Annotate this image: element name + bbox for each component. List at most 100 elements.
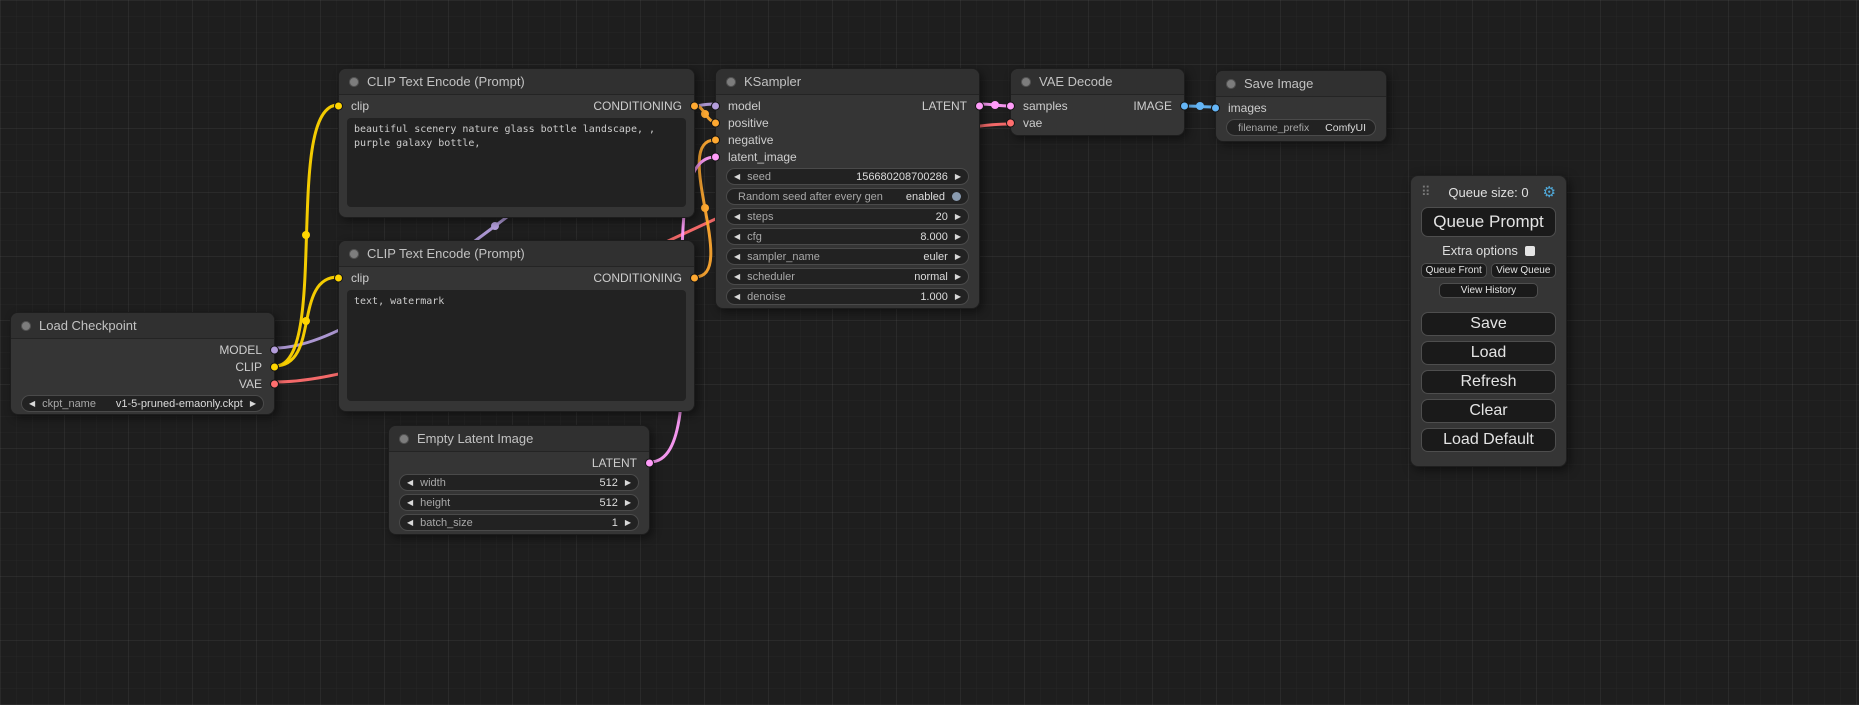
- node-ksampler[interactable]: KSampler model LATENT positive negative …: [715, 68, 980, 309]
- collapse-dot-icon[interactable]: [349, 249, 359, 259]
- widget-value: euler: [923, 251, 947, 263]
- wire-midpoint-dot: [302, 317, 310, 325]
- node-title-bar[interactable]: Save Image: [1216, 71, 1386, 97]
- width-widget[interactable]: ◀ width 512 ▶: [399, 474, 639, 491]
- increment-arrow-icon[interactable]: ▶: [250, 400, 256, 408]
- collapse-dot-icon[interactable]: [399, 434, 409, 444]
- output-port-model[interactable]: [270, 345, 279, 354]
- increment-arrow-icon[interactable]: ▶: [955, 273, 961, 281]
- input-port-negative[interactable]: [711, 135, 720, 144]
- input-port-model[interactable]: [711, 101, 720, 110]
- cfg-widget[interactable]: ◀ cfg 8.000 ▶: [726, 228, 969, 245]
- queue-prompt-button[interactable]: Queue Prompt: [1421, 207, 1556, 237]
- denoise-widget[interactable]: ◀ denoise 1.000 ▶: [726, 288, 969, 305]
- increment-arrow-icon[interactable]: ▶: [955, 173, 961, 181]
- widget-value: 156680208700286: [856, 171, 948, 183]
- output-port-image[interactable]: [1180, 101, 1189, 110]
- node-title-bar[interactable]: CLIP Text Encode (Prompt): [339, 241, 694, 267]
- widget-label: Random seed after every gen: [738, 191, 883, 203]
- random-seed-toggle-widget[interactable]: Random seed after every gen enabled: [726, 188, 969, 205]
- widget-label: denoise: [747, 291, 786, 303]
- node-load-checkpoint[interactable]: Load Checkpoint MODEL CLIP VAE ◀ ckpt_na…: [10, 312, 275, 415]
- increment-arrow-icon[interactable]: ▶: [625, 519, 631, 527]
- decrement-arrow-icon[interactable]: ◀: [734, 253, 740, 261]
- scheduler-widget[interactable]: ◀ scheduler normal ▶: [726, 268, 969, 285]
- view-history-button[interactable]: View History: [1439, 283, 1539, 298]
- seed-widget[interactable]: ◀ seed 156680208700286 ▶: [726, 168, 969, 185]
- input-label: model: [728, 99, 761, 113]
- view-queue-button[interactable]: View Queue: [1491, 263, 1557, 278]
- node-clip-text-encode-negative[interactable]: CLIP Text Encode (Prompt) clip CONDITION…: [338, 240, 695, 412]
- batch-size-widget[interactable]: ◀ batch_size 1 ▶: [399, 514, 639, 531]
- output-port-latent[interactable]: [975, 101, 984, 110]
- height-widget[interactable]: ◀ height 512 ▶: [399, 494, 639, 511]
- input-port-clip[interactable]: [334, 101, 343, 110]
- node-empty-latent-image[interactable]: Empty Latent Image LATENT ◀ width 512 ▶ …: [388, 425, 650, 535]
- input-port-samples[interactable]: [1006, 101, 1015, 110]
- output-port-conditioning[interactable]: [690, 273, 699, 282]
- toggle-indicator-icon[interactable]: [952, 192, 961, 201]
- output-label: MODEL: [219, 343, 262, 357]
- clear-button[interactable]: Clear: [1421, 399, 1556, 423]
- input-port-vae[interactable]: [1006, 118, 1015, 127]
- output-port-vae[interactable]: [270, 379, 279, 388]
- output-port-conditioning[interactable]: [690, 101, 699, 110]
- collapse-dot-icon[interactable]: [1021, 77, 1031, 87]
- input-port-positive[interactable]: [711, 118, 720, 127]
- output-port-clip[interactable]: [270, 362, 279, 371]
- queue-front-button[interactable]: Queue Front: [1421, 263, 1487, 278]
- input-port-latent-image[interactable]: [711, 152, 720, 161]
- input-port-clip[interactable]: [334, 273, 343, 282]
- node-save-image[interactable]: Save Image images filename_prefix ComfyU…: [1215, 70, 1387, 142]
- drag-handle-icon[interactable]: ⠿: [1421, 184, 1431, 200]
- decrement-arrow-icon[interactable]: ◀: [407, 479, 413, 487]
- collapse-dot-icon[interactable]: [726, 77, 736, 87]
- increment-arrow-icon[interactable]: ▶: [955, 253, 961, 261]
- decrement-arrow-icon[interactable]: ◀: [734, 233, 740, 241]
- decrement-arrow-icon[interactable]: ◀: [407, 519, 413, 527]
- node-title-bar[interactable]: Load Checkpoint: [11, 313, 274, 339]
- refresh-button[interactable]: Refresh: [1421, 370, 1556, 394]
- decrement-arrow-icon[interactable]: ◀: [29, 400, 35, 408]
- steps-widget[interactable]: ◀ steps 20 ▶: [726, 208, 969, 225]
- decrement-arrow-icon[interactable]: ◀: [734, 213, 740, 221]
- widget-label: steps: [747, 211, 773, 223]
- save-button[interactable]: Save: [1421, 312, 1556, 336]
- node-title-bar[interactable]: KSampler: [716, 69, 979, 95]
- node-title-bar[interactable]: CLIP Text Encode (Prompt): [339, 69, 694, 95]
- input-label: latent_image: [728, 150, 797, 164]
- wire-midpoint-dot: [701, 110, 709, 118]
- node-title-bar[interactable]: Empty Latent Image: [389, 426, 649, 452]
- widget-value: enabled: [906, 191, 945, 203]
- extra-options-checkbox[interactable]: [1525, 246, 1535, 256]
- increment-arrow-icon[interactable]: ▶: [955, 233, 961, 241]
- input-label: negative: [728, 133, 773, 147]
- decrement-arrow-icon[interactable]: ◀: [734, 293, 740, 301]
- sampler-name-widget[interactable]: ◀ sampler_name euler ▶: [726, 248, 969, 265]
- collapse-dot-icon[interactable]: [21, 321, 31, 331]
- prompt-textarea[interactable]: text, watermark: [347, 290, 686, 401]
- increment-arrow-icon[interactable]: ▶: [625, 499, 631, 507]
- decrement-arrow-icon[interactable]: ◀: [734, 273, 740, 281]
- increment-arrow-icon[interactable]: ▶: [955, 213, 961, 221]
- increment-arrow-icon[interactable]: ▶: [955, 293, 961, 301]
- settings-gear-icon[interactable]: ⚙: [1543, 185, 1556, 200]
- decrement-arrow-icon[interactable]: ◀: [407, 499, 413, 507]
- input-port-images[interactable]: [1211, 103, 1220, 112]
- load-button[interactable]: Load: [1421, 341, 1556, 365]
- increment-arrow-icon[interactable]: ▶: [625, 479, 631, 487]
- node-clip-text-encode-positive[interactable]: CLIP Text Encode (Prompt) clip CONDITION…: [338, 68, 695, 218]
- collapse-dot-icon[interactable]: [1226, 79, 1236, 89]
- filename-prefix-widget[interactable]: filename_prefix ComfyUI: [1226, 119, 1376, 136]
- output-port-latent[interactable]: [645, 458, 654, 467]
- prompt-textarea[interactable]: beautiful scenery nature glass bottle la…: [347, 118, 686, 207]
- node-title-bar[interactable]: VAE Decode: [1011, 69, 1184, 95]
- input-label: images: [1228, 101, 1267, 115]
- output-label: VAE: [239, 377, 262, 391]
- menu-header: ⠿ Queue size: 0 ⚙: [1421, 184, 1556, 200]
- collapse-dot-icon[interactable]: [349, 77, 359, 87]
- load-default-button[interactable]: Load Default: [1421, 428, 1556, 452]
- ckpt-name-widget[interactable]: ◀ ckpt_name v1-5-pruned-emaonly.ckpt ▶: [21, 395, 264, 412]
- node-vae-decode[interactable]: VAE Decode samples IMAGE vae: [1010, 68, 1185, 136]
- decrement-arrow-icon[interactable]: ◀: [734, 173, 740, 181]
